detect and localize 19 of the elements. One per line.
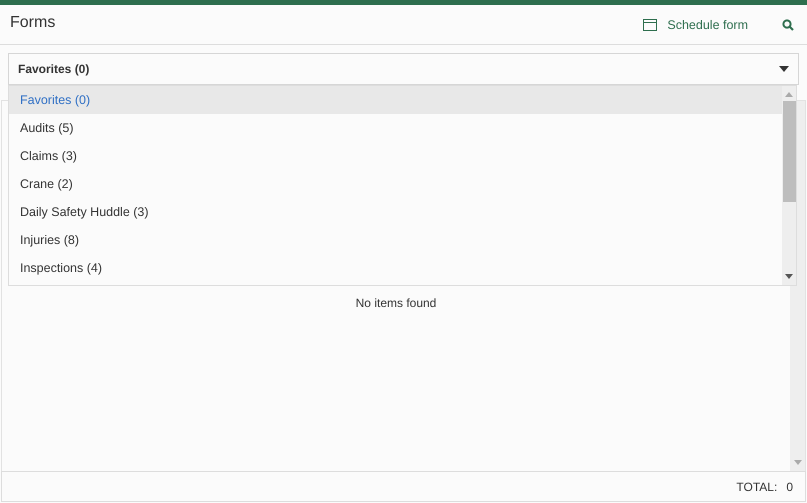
caret-icon <box>779 66 789 72</box>
dropdown-option[interactable]: Audits (5) <box>9 114 782 142</box>
scroll-down-icon[interactable] <box>785 274 793 279</box>
total-label: TOTAL: <box>736 480 778 494</box>
dropdown-option[interactable]: Injuries (8) <box>9 226 782 254</box>
category-dropdown[interactable]: Favorites (0) <box>8 53 799 85</box>
search-icon[interactable] <box>782 18 794 30</box>
total-value: 0 <box>786 480 793 494</box>
empty-message: No items found <box>356 296 436 311</box>
dropdown-option[interactable]: Crane (2) <box>9 170 782 198</box>
scroll-up-icon[interactable] <box>785 92 793 97</box>
schedule-form-button[interactable]: Schedule form <box>643 18 748 32</box>
dropdown-option[interactable]: Claims (3) <box>9 142 782 170</box>
scrollbar[interactable] <box>782 86 796 285</box>
calendar-icon <box>643 18 658 30</box>
dropdown-option[interactable]: Daily Safety Huddle (3) <box>9 198 782 226</box>
page-title: Forms <box>10 14 56 32</box>
dropdown-option[interactable]: Inspections (4) <box>9 254 782 282</box>
dropdown-option[interactable]: Favorites (0) <box>9 86 782 114</box>
